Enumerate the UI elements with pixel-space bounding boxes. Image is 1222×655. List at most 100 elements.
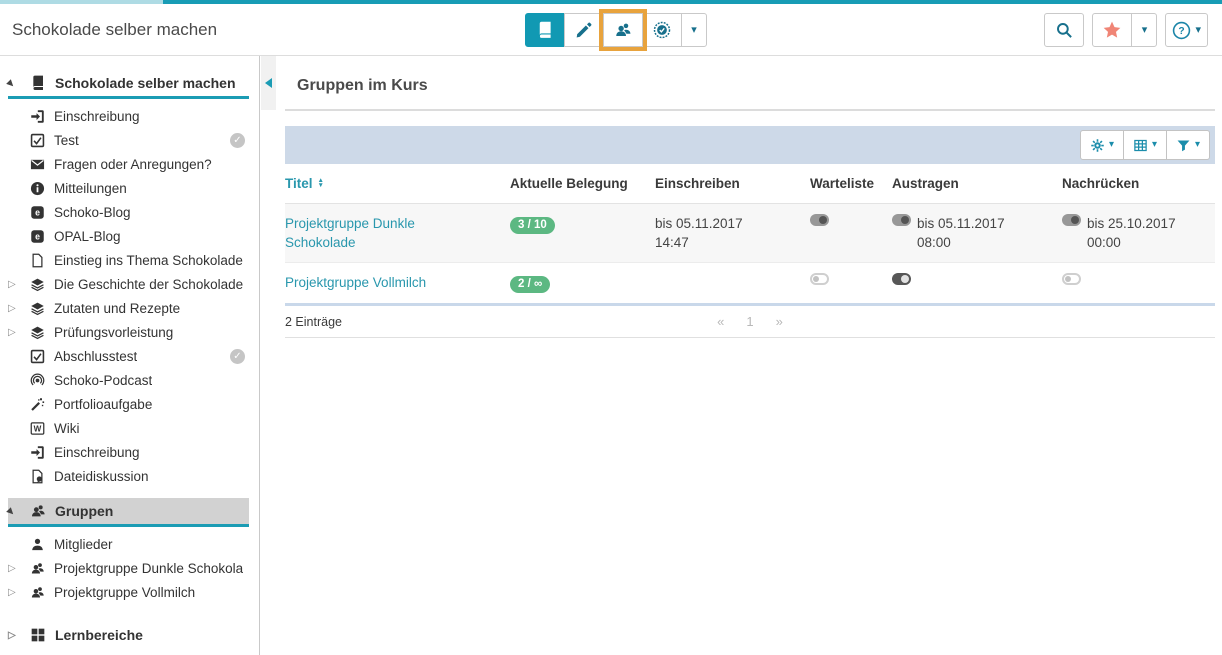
completed-badge: ✓ xyxy=(230,133,245,148)
sidebar-item-label: Schokolade selber machen xyxy=(55,75,236,91)
sidebar-item-pruefungsvorleistung[interactable]: ▷ Prüfungsvorleistung xyxy=(0,320,259,344)
sidebar-item-gruppen[interactable]: ▶ Gruppen xyxy=(0,498,259,524)
checkbox-icon xyxy=(30,349,45,364)
sidebar-item-mitteilungen[interactable]: Mitteilungen xyxy=(0,176,259,200)
sidebar-item-schoko-blog[interactable]: Schoko-Blog xyxy=(0,200,259,224)
sidebar-item-einschreibung-2[interactable]: Einschreibung xyxy=(0,440,259,464)
sidebar-item-wiki[interactable]: Wiki xyxy=(0,416,259,440)
withdraw-deadline: bis 05.11.2017 08:00 xyxy=(917,214,1015,252)
pagination: « 1 » xyxy=(717,314,783,329)
star-icon xyxy=(1102,20,1122,40)
group-link[interactable]: Projektgruppe Dunkle Schokolade xyxy=(285,214,457,252)
column-header-austragen: Austragen xyxy=(892,176,1062,191)
title-divider xyxy=(285,109,1215,111)
table-filter-button[interactable]: ▾ xyxy=(1166,130,1210,160)
sidebar-item-abschlusstest[interactable]: Abschlusstest ✓ xyxy=(0,344,259,368)
envelope-icon xyxy=(30,157,45,172)
tree-collapsed-caret-icon[interactable]: ▷ xyxy=(8,630,16,641)
favorite-menu-button[interactable]: ▾ xyxy=(1131,13,1157,47)
groups-table: ▾ ▾ ▾ Titel ▲▼ Aktuelle Belegung Einschr… xyxy=(285,126,1215,338)
caret-down-icon: ▾ xyxy=(1142,25,1148,36)
occupancy-badge: 3 / 10 xyxy=(510,217,555,234)
group-link[interactable]: Projektgruppe Vollmilch xyxy=(285,273,426,292)
column-header-nachruecken: Nachrücken xyxy=(1062,176,1215,191)
table-toolbar-band: ▾ ▾ ▾ xyxy=(285,126,1215,164)
course-edit-button[interactable] xyxy=(564,13,604,47)
members-management-button[interactable] xyxy=(603,13,643,47)
tree-collapsed-caret-icon[interactable]: ▷ xyxy=(8,587,16,598)
move-up-toggle-icon xyxy=(1062,214,1081,226)
sidebar-collapse-button[interactable] xyxy=(261,56,276,110)
sidebar-item-projektgruppe-vollmilch[interactable]: ▷ Projektgruppe Vollmilch xyxy=(0,580,259,604)
sidebar-item-fragen-oder-anregungen[interactable]: Fragen oder Anregungen? xyxy=(0,152,259,176)
people-icon xyxy=(30,585,45,600)
search-icon xyxy=(1055,21,1073,39)
people-icon xyxy=(30,503,46,519)
help-menu-button[interactable]: ▾ xyxy=(1165,13,1208,47)
favorite-button[interactable] xyxy=(1092,13,1132,47)
assessment-tool-button[interactable] xyxy=(642,13,682,47)
tree-expanded-caret-icon[interactable]: ▶ xyxy=(6,506,17,517)
occupancy-badge: 2 / ∞ xyxy=(510,276,550,293)
book-icon xyxy=(536,21,554,39)
move-up-toggle-icon xyxy=(1062,273,1081,285)
person-icon xyxy=(30,537,45,552)
tree-collapsed-caret-icon[interactable]: ▷ xyxy=(8,303,16,314)
app-header: Schokolade selber machen ▾ ▾ xyxy=(0,4,1222,56)
tree-collapsed-caret-icon[interactable]: ▷ xyxy=(8,563,16,574)
table-settings-button[interactable]: ▾ xyxy=(1080,130,1124,160)
tree-collapsed-caret-icon[interactable]: ▷ xyxy=(8,279,16,290)
table-header-row: Titel ▲▼ Aktuelle Belegung Einschreiben … xyxy=(285,164,1215,204)
search-button[interactable] xyxy=(1044,13,1084,47)
sidebar-item-portfolioaufgabe[interactable]: Portfolioaufgabe xyxy=(0,392,259,416)
main-content: Gruppen im Kurs ▾ ▾ ▾ Titel xyxy=(261,56,1222,655)
layers-icon xyxy=(30,325,45,340)
caret-down-icon: ▾ xyxy=(1195,140,1200,150)
sidebar-item-opal-blog[interactable]: OPAL-Blog xyxy=(0,224,259,248)
course-navigation-sidebar: ▶ Schokolade selber machen Einschreibung… xyxy=(0,56,260,655)
people-icon xyxy=(30,561,45,576)
sidebar-item-mitglieder[interactable]: Mitglieder xyxy=(0,532,259,556)
waitlist-toggle-icon xyxy=(810,214,829,226)
tree-collapsed-caret-icon[interactable]: ▷ xyxy=(8,327,16,338)
layers-icon xyxy=(30,277,45,292)
course-title: Schokolade selber machen xyxy=(12,4,217,56)
people-icon xyxy=(614,21,632,39)
book-icon xyxy=(30,75,46,91)
move-up-deadline: bis 25.10.2017 00:00 xyxy=(1087,214,1185,252)
column-header-aktuelle-belegung: Aktuelle Belegung xyxy=(510,176,655,191)
grid-icon xyxy=(30,627,46,643)
sidebar-item-course-root[interactable]: ▶ Schokolade selber machen xyxy=(0,70,259,96)
sidebar-item-dateidiskussion[interactable]: Dateidiskussion xyxy=(0,464,259,488)
sign-in-icon xyxy=(30,109,45,124)
pagination-next-button[interactable]: » xyxy=(776,314,783,329)
page-icon xyxy=(30,253,45,268)
withdraw-toggle-icon xyxy=(892,273,911,285)
column-header-titel[interactable]: Titel ▲▼ xyxy=(285,176,510,191)
global-toolbar: ▾ ▾ xyxy=(1044,13,1208,47)
sidebar-item-lernbereiche[interactable]: ▷ Lernbereiche xyxy=(0,622,259,648)
sidebar-item-einschreibung[interactable]: Einschreibung xyxy=(0,104,259,128)
file-discussion-icon xyxy=(30,469,45,484)
sidebar-item-projektgruppe-dunkle-schokolade[interactable]: ▷ Projektgruppe Dunkle Schokola xyxy=(0,556,259,580)
table-columns-button[interactable]: ▾ xyxy=(1123,130,1167,160)
sidebar-item-einstieg-ins-thema[interactable]: Einstieg ins Thema Schokolade xyxy=(0,248,259,272)
more-course-tools-button[interactable]: ▾ xyxy=(681,13,707,47)
help-icon xyxy=(1172,21,1191,40)
sidebar-item-test[interactable]: Test ✓ xyxy=(0,128,259,152)
course-toolbar: ▾ xyxy=(525,13,707,47)
completed-badge: ✓ xyxy=(230,349,245,364)
sidebar-item-geschichte-der-schokolade[interactable]: ▷ Die Geschichte der Schokolade xyxy=(0,272,259,296)
pagination-page-number[interactable]: 1 xyxy=(746,314,753,329)
course-view-button[interactable] xyxy=(525,13,565,47)
collapse-left-icon xyxy=(265,78,272,88)
sidebar-item-schoko-podcast[interactable]: Schoko-Podcast xyxy=(0,368,259,392)
column-header-einschreiben: Einschreiben xyxy=(655,176,810,191)
pagination-prev-button[interactable]: « xyxy=(717,314,724,329)
enrol-deadline: bis 05.11.2017 14:47 xyxy=(655,214,753,252)
tree-expanded-caret-icon[interactable]: ▶ xyxy=(6,78,17,89)
seal-check-icon xyxy=(653,21,671,39)
sidebar-item-zutaten-und-rezepte[interactable]: ▷ Zutaten und Rezepte xyxy=(0,296,259,320)
wiki-icon xyxy=(30,421,45,436)
blog-icon xyxy=(30,229,45,244)
